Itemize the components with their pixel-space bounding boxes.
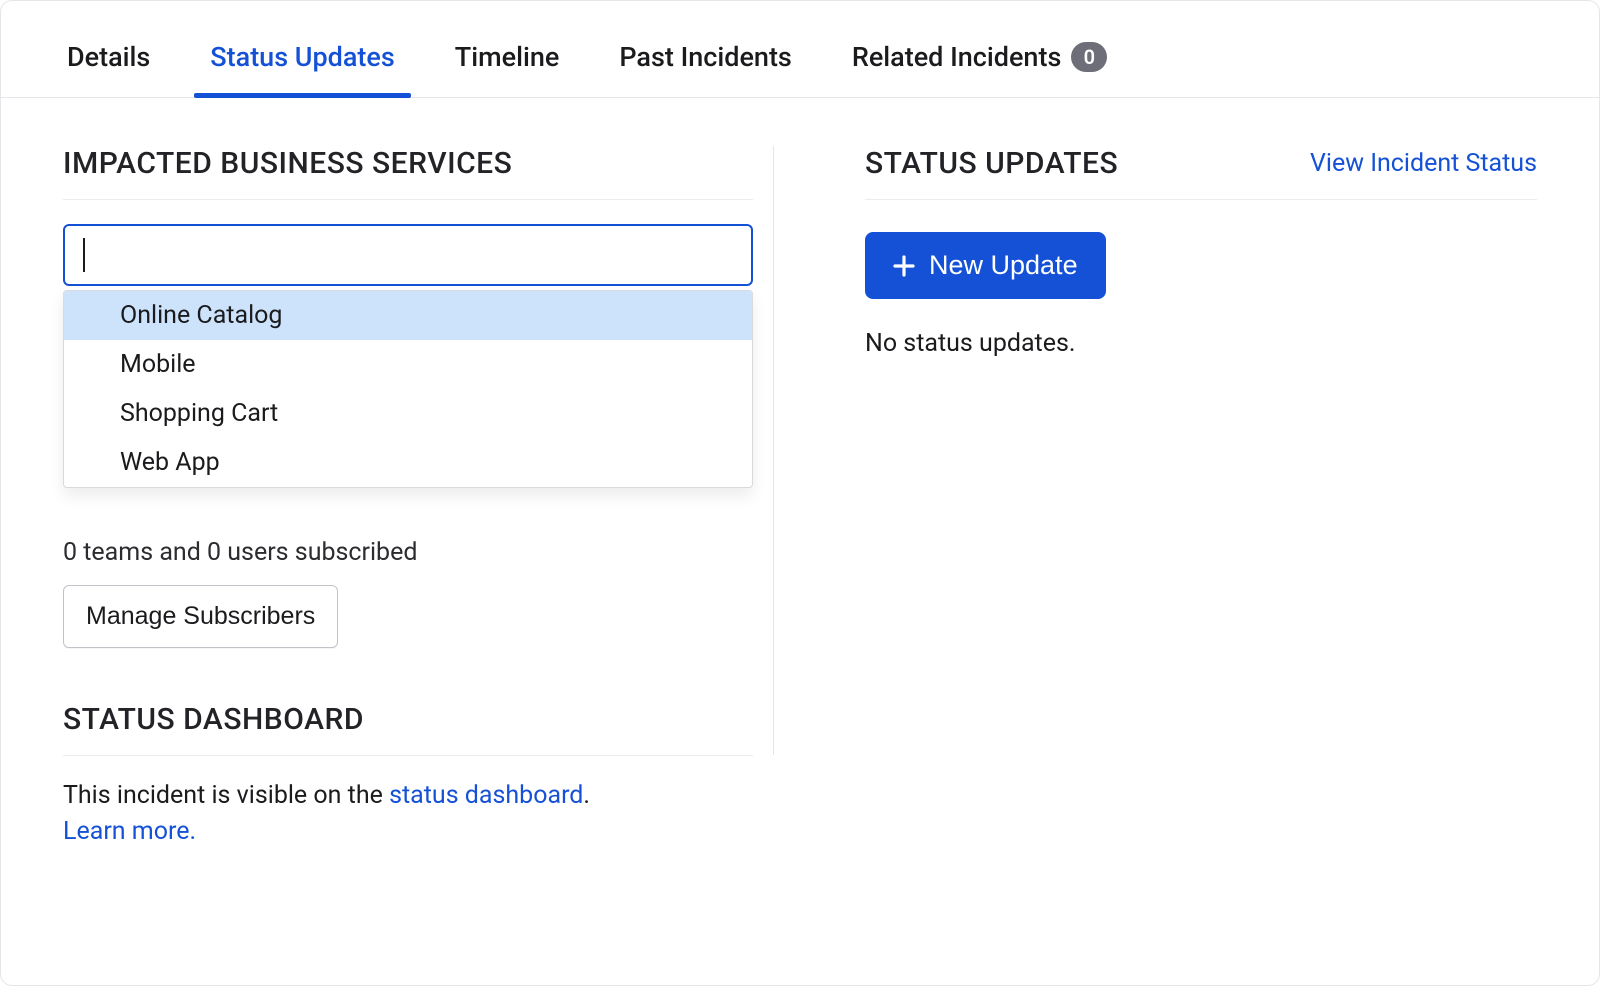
option-web-app[interactable]: Web App [64,438,752,487]
status-dashboard-link[interactable]: status dashboard [389,781,583,810]
view-incident-status-link[interactable]: View Incident Status [1310,149,1537,178]
tab-timeline[interactable]: Timeline [451,29,564,97]
status-updates-heading: STATUS UPDATES [865,146,1118,181]
left-column: IMPACTED BUSINESS SERVICES Online Catalo… [63,146,753,851]
vertical-divider [773,146,774,755]
tab-related-incidents[interactable]: Related Incidents 0 [848,29,1112,97]
text-caret [83,238,85,272]
app-frame: Details Status Updates Timeline Past Inc… [0,0,1600,986]
new-update-label: New Update [929,250,1078,281]
status-dashboard-text: This incident is visible on the status d… [63,778,753,851]
manage-subscribers-button[interactable]: Manage Subscribers [63,585,338,648]
impacted-services-dropdown: Online Catalog Mobile Shopping Cart Web … [63,290,753,488]
new-update-button[interactable]: New Update [865,232,1106,299]
tab-details[interactable]: Details [63,29,154,97]
tab-bar: Details Status Updates Timeline Past Inc… [1,1,1599,98]
status-updates-empty-text: No status updates. [865,329,1537,358]
option-online-catalog[interactable]: Online Catalog [64,291,752,340]
tab-related-incidents-label: Related Incidents [852,41,1062,73]
status-dashboard-heading: STATUS DASHBOARD [63,702,753,756]
related-incidents-count-badge: 0 [1071,42,1107,72]
dashboard-text-pre: This incident is visible on the [63,781,389,810]
option-mobile[interactable]: Mobile [64,340,752,389]
learn-more-link[interactable]: Learn more. [63,817,196,846]
option-shopping-cart[interactable]: Shopping Cart [64,389,752,438]
right-column: STATUS UPDATES View Incident Status New … [753,146,1537,851]
impacted-services-heading: IMPACTED BUSINESS SERVICES [63,146,753,200]
content-area: IMPACTED BUSINESS SERVICES Online Catalo… [1,98,1599,875]
dashboard-text-post: . [583,781,590,810]
tab-past-incidents[interactable]: Past Incidents [615,29,795,97]
impacted-services-input[interactable] [63,224,753,286]
plus-icon [893,255,915,277]
impacted-services-combobox: Online Catalog Mobile Shopping Cart Web … [63,224,753,286]
subscribers-summary: 0 teams and 0 users subscribed [63,538,753,567]
tab-status-updates[interactable]: Status Updates [206,29,398,97]
